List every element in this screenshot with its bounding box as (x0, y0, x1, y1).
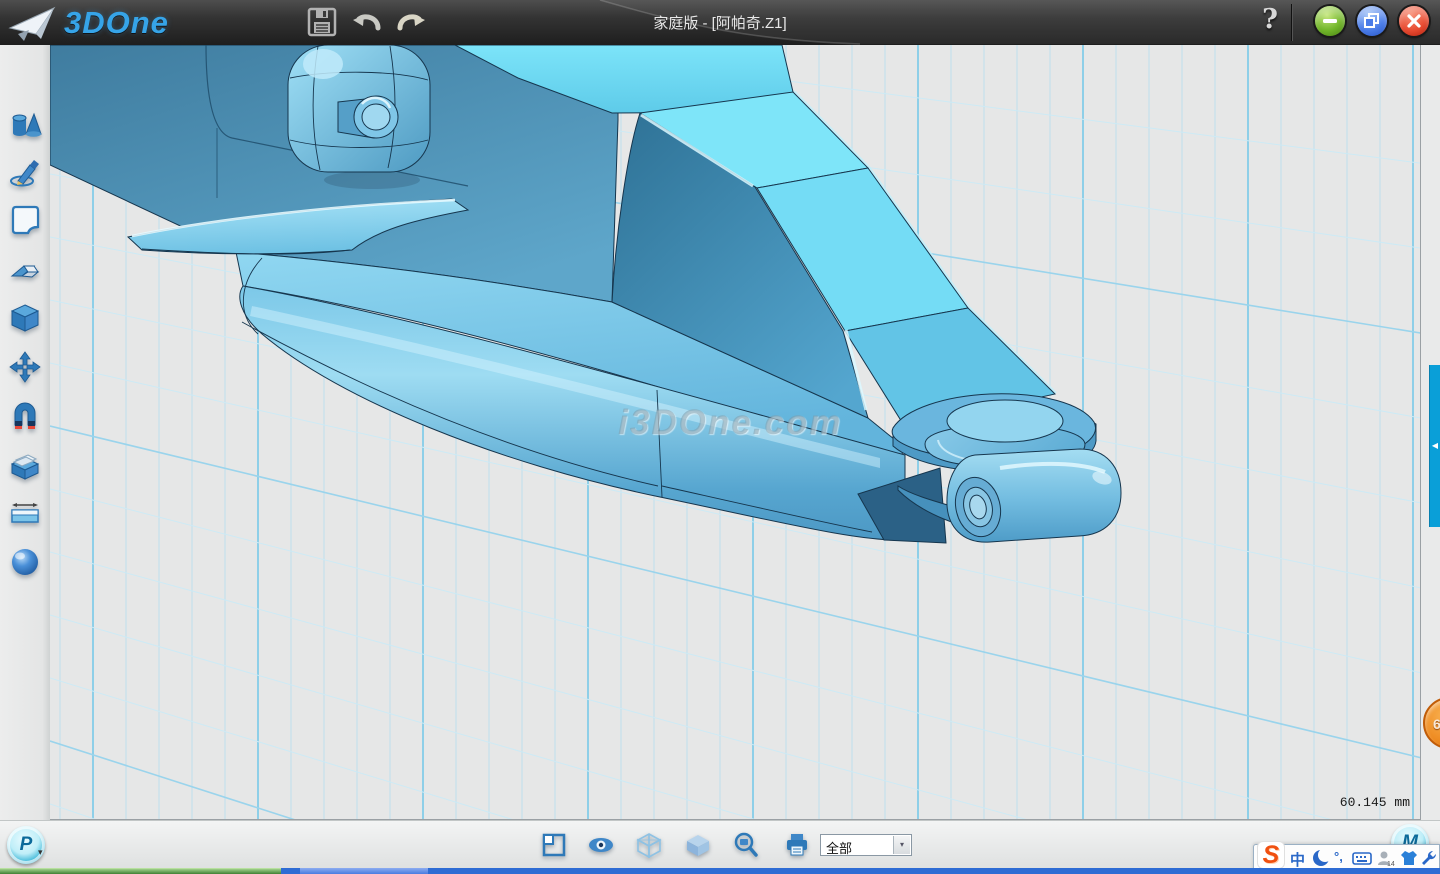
taskbar-highlight-segment (300, 868, 428, 874)
filter-selected-value: 全部 (826, 838, 852, 857)
sogou-ime-bar: S 中 °, 14 (1253, 844, 1440, 871)
display-filter-dropdown[interactable]: 全部 ▾ (820, 834, 912, 856)
panel-collapse-tab[interactable]: ◀ (1429, 365, 1440, 527)
shaded-cube-icon[interactable] (685, 832, 711, 858)
bottom-toolbar: P ▾ (0, 820, 1440, 868)
user-badge-number: 14 (1387, 861, 1395, 867)
chinese-mode-icon[interactable]: 中 (1290, 849, 1305, 870)
primitives-solid-icon[interactable] (8, 106, 42, 140)
magnet-assembly-icon[interactable] (8, 399, 42, 433)
full-half-moon-icon[interactable] (1312, 849, 1330, 867)
help-button[interactable]: ? (1254, 4, 1286, 40)
soft-keyboard-icon[interactable] (1352, 849, 1370, 867)
skin-tshirt-icon[interactable] (1400, 849, 1418, 867)
modeling-viewport[interactable]: i3DOne.com 60.145 mm (50, 45, 1421, 820)
settings-wrench-icon[interactable] (1420, 849, 1438, 867)
move-icon[interactable] (8, 350, 42, 384)
erase-icon[interactable] (8, 252, 42, 286)
restore-button[interactable] (1357, 6, 1387, 36)
profile-p-button[interactable]: P (7, 826, 45, 864)
print-icon[interactable] (784, 832, 810, 858)
render-sphere-icon[interactable] (8, 545, 42, 579)
wireframe-cube-icon[interactable] (636, 832, 662, 858)
feature-cube-icon[interactable] (8, 301, 42, 335)
application-window: 3DOne 家庭版 - [阿帕奇.Z (0, 0, 1440, 874)
view-plane-icon[interactable] (541, 832, 567, 858)
zoom-search-icon[interactable] (733, 832, 759, 858)
header-divider (1292, 4, 1293, 41)
combine-box-icon[interactable] (8, 448, 42, 482)
minimize-button[interactable] (1315, 6, 1345, 36)
close-button[interactable] (1399, 6, 1429, 36)
title-bar: 3DOne 家庭版 - [阿帕奇.Z (0, 0, 1440, 45)
window-title: 家庭版 - [阿帕奇.Z1] (0, 12, 1440, 33)
punctuation-icon[interactable]: °, (1334, 849, 1352, 867)
sketch-region-icon[interactable] (8, 203, 42, 237)
sketch-draw-icon[interactable] (8, 155, 42, 189)
left-toolbar (0, 45, 50, 820)
scale-indicator: 60.145 mm (1260, 795, 1410, 810)
dimension-measure-icon[interactable] (8, 496, 42, 530)
taskbar-green-segment (0, 868, 281, 874)
user-account-icon[interactable]: 14 (1376, 849, 1394, 867)
visibility-eye-icon[interactable] (587, 832, 613, 858)
os-taskbar-edge (0, 868, 1440, 874)
profile-dropdown-arrow[interactable]: ▾ (38, 847, 43, 858)
sogou-logo-icon[interactable]: S (1257, 841, 1285, 869)
watermark-text: i3DOne.com (618, 403, 842, 443)
dropdown-arrow-button[interactable]: ▾ (893, 836, 910, 854)
